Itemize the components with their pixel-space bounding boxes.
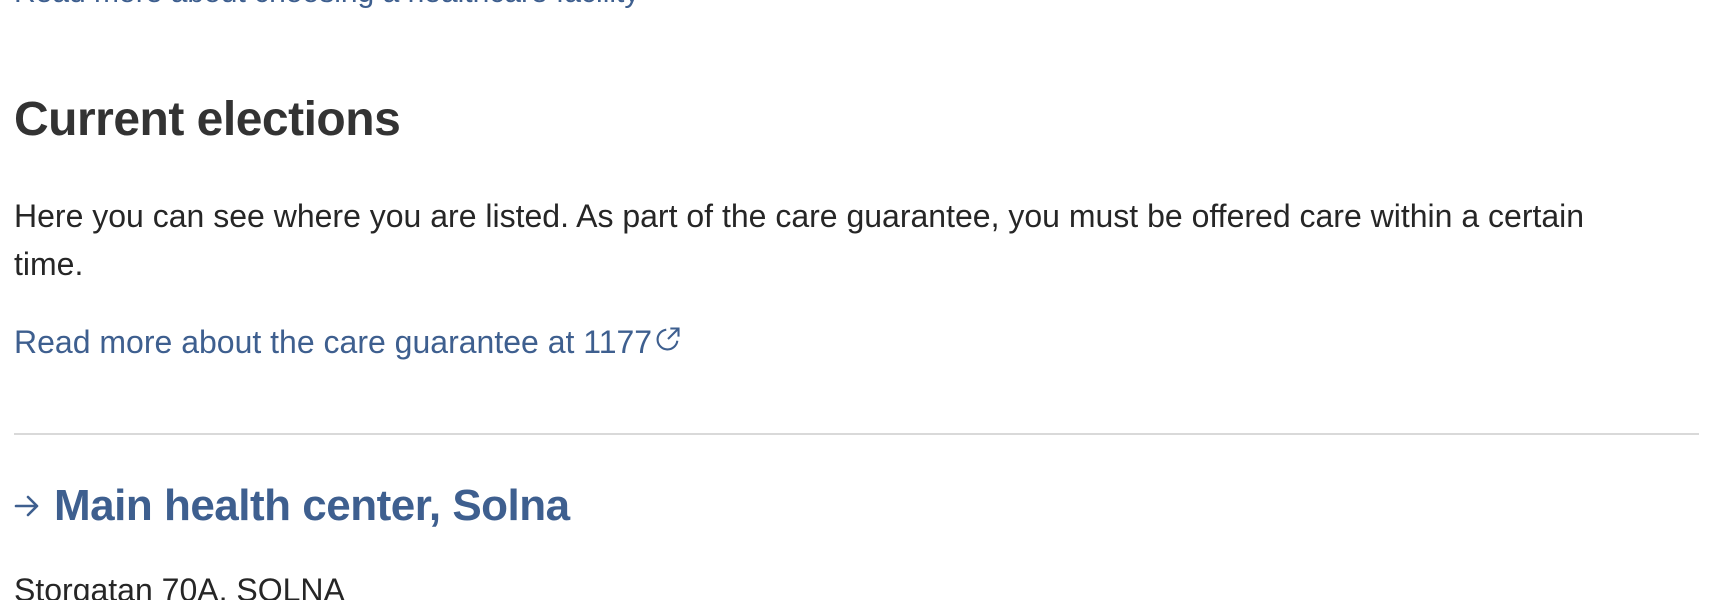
intro-line-1: Here you can see where you are listed. A… [14,198,1585,234]
arrow-right-icon [14,495,39,517]
care-guarantee-link-label: Read more about the care guarantee at 11… [14,324,653,360]
section-intro: Here you can see where you are listed. A… [14,192,1694,288]
facility-address: Storgatan 70A, SOLNA [14,572,345,600]
facility-name: Main health center, Solna [54,481,570,530]
choose-facility-link[interactable]: Read more about choosing a healthcare fa… [14,0,665,8]
section-title-current-elections: Current elections [14,93,401,146]
section-divider [14,433,1699,435]
care-guarantee-link[interactable]: Read more about the care guarantee at 11… [14,322,682,362]
external-link-icon [641,0,665,2]
external-link-icon [656,327,680,351]
facility-link[interactable]: Main health center, Solna [14,478,570,534]
page: Read more about choosing a healthcare fa… [0,0,1713,600]
choose-facility-link-label: Read more about choosing a healthcare fa… [14,0,639,9]
intro-line-2: time. [14,246,84,282]
